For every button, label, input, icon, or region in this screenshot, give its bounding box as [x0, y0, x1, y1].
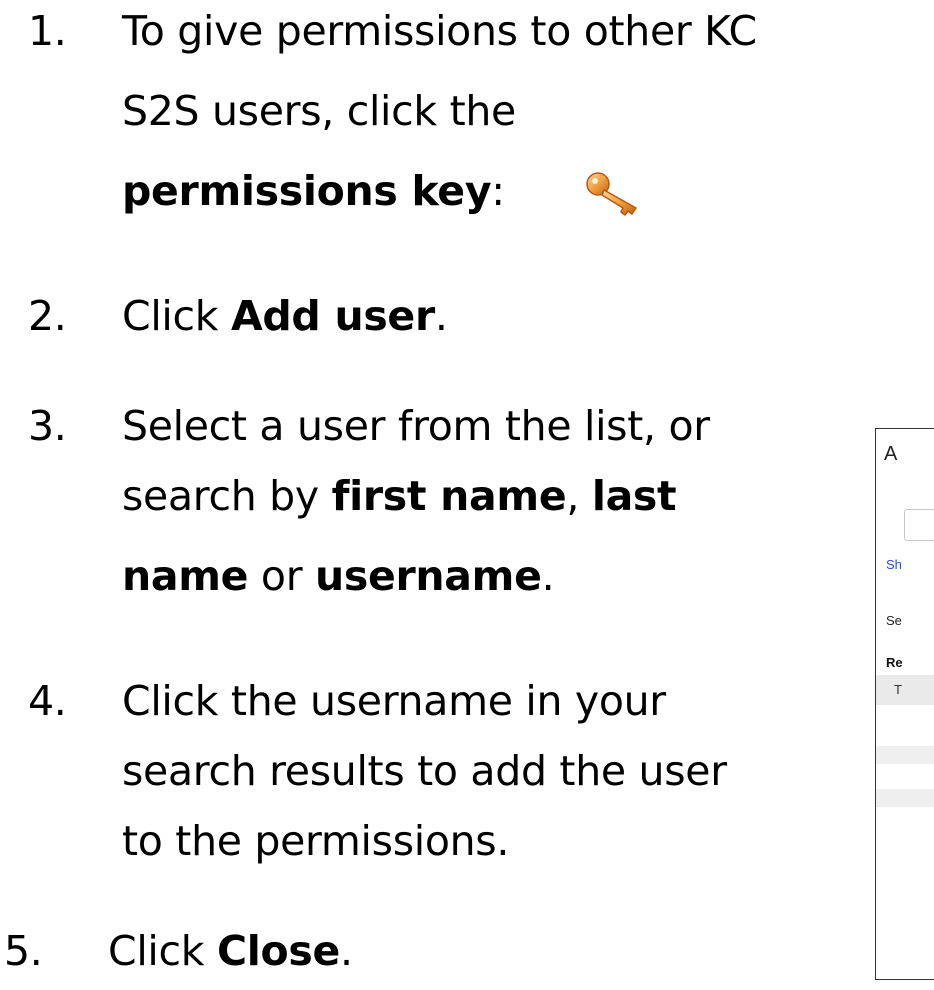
step-line: Click Add user.	[122, 287, 448, 345]
bold-term: Close	[216, 927, 340, 975]
text-segment: :	[491, 167, 505, 215]
bold-term: permissions key	[122, 167, 492, 215]
step-number: 2.	[28, 292, 67, 340]
key-icon	[586, 172, 637, 216]
text-segment: .	[541, 552, 555, 600]
dialog-title: A	[884, 443, 898, 465]
text-segment: search results to add the user	[122, 747, 727, 795]
text-segment: .	[339, 927, 353, 975]
bold-term: first name	[331, 472, 567, 520]
step-line: To give permissions to other KC	[122, 2, 757, 60]
table-row[interactable]	[876, 789, 934, 807]
step-number: 1.	[28, 7, 67, 55]
step-line: name or username.	[122, 547, 555, 605]
results-header: T	[876, 675, 934, 705]
text-segment: S2S users, click the	[122, 87, 516, 135]
text-segment: .	[434, 292, 448, 340]
text-segment: Select a user from the list, or	[122, 402, 710, 450]
step-number: 3.	[28, 402, 67, 450]
bold-term: last	[591, 472, 677, 520]
step-line: search by first name, last	[122, 467, 677, 525]
step-line: Click Close.	[108, 922, 353, 980]
step-number: 4.	[28, 677, 67, 725]
add-user-dialog-crop: A Sh Se Re T	[875, 428, 934, 980]
bold-term: Add user	[230, 292, 435, 340]
results-label: Re	[886, 655, 903, 670]
text-segment: ,	[566, 472, 592, 520]
text-segment: Click the username in your	[122, 677, 666, 725]
step-line: to the permissions.	[122, 812, 509, 870]
step-line: search results to add the user	[122, 742, 727, 800]
bold-term: username	[315, 552, 542, 600]
text-segment: To give permissions to other KC	[122, 7, 757, 55]
show-link[interactable]: Sh	[886, 557, 902, 572]
bold-term: name	[122, 552, 249, 600]
step-line: permissions key:	[122, 162, 505, 220]
step-number: 5.	[4, 927, 43, 975]
step-line: Click the username in your	[122, 672, 666, 730]
text-segment: Click	[122, 292, 231, 340]
step-line: S2S users, click the	[122, 82, 516, 140]
header-cell: T	[894, 682, 902, 697]
step-line: Select a user from the list, or	[122, 397, 710, 455]
search-label: Se	[886, 613, 902, 628]
table-row[interactable]	[876, 746, 934, 764]
text-segment: or	[248, 552, 315, 600]
text-segment: search by	[122, 472, 332, 520]
text-segment: to the permissions.	[122, 817, 510, 865]
search-input[interactable]	[904, 509, 934, 541]
text-segment: Click	[108, 927, 217, 975]
